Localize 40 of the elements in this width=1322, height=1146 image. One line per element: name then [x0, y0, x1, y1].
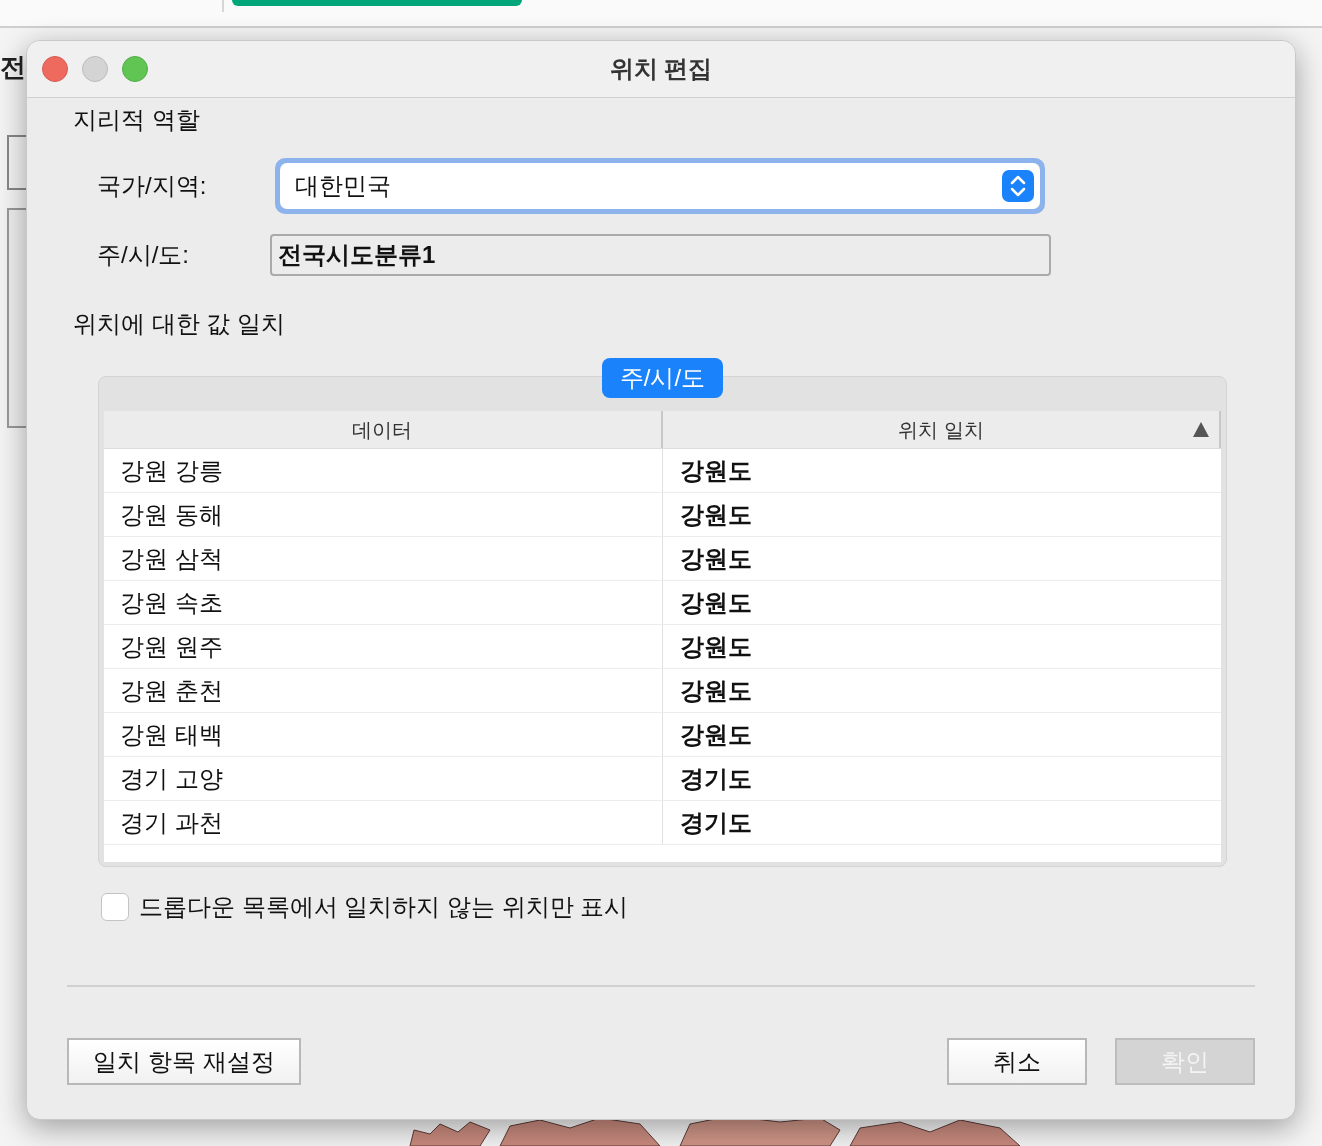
- table-cell: 경기 과천: [104, 801, 663, 844]
- table-cell-text: 강원도: [679, 631, 753, 662]
- table-cell: 강원 속초: [104, 581, 663, 624]
- table-cell-text: 강원도: [679, 543, 753, 574]
- table-cell-text: 경기도: [679, 763, 753, 794]
- table-cell-text: 강원도: [679, 455, 753, 486]
- table-cell-text: 강원도: [679, 675, 753, 706]
- close-button[interactable]: [42, 56, 68, 82]
- table-cell: 강원 원주: [104, 625, 663, 668]
- segment-tab[interactable]: 주/시/도: [601, 358, 724, 398]
- table-cell-text: 강원도: [679, 499, 753, 530]
- column-header[interactable]: 위치 일치: [662, 411, 1221, 448]
- updown-chevron-icon: [1002, 170, 1034, 202]
- table-cell: 강원 춘천: [104, 669, 663, 712]
- checkbox-label: 드롭다운 목록에서 일치하지 않는 위치만 표시: [139, 892, 629, 922]
- table-cell: 강원 태백: [104, 713, 663, 756]
- table-cell-text: 강원도: [679, 587, 753, 618]
- column-header[interactable]: 데이터: [104, 411, 663, 448]
- field-label: 주/시/도:: [97, 240, 190, 270]
- table-cell: 강원 강릉: [104, 449, 663, 492]
- background-label: 전: [0, 51, 26, 84]
- table-cell: 강원 삼척: [104, 537, 663, 580]
- dialog-button[interactable]: 취소: [947, 1038, 1087, 1085]
- minimize-button[interactable]: [82, 56, 108, 82]
- dialog-button[interactable]: 일치 항목 재설정: [67, 1038, 301, 1085]
- section-heading: 지리적 역할: [73, 105, 201, 134]
- window-title: 위치 편집: [609, 54, 713, 84]
- sort-up-icon: [1193, 422, 1209, 437]
- table-cell-text: 강원도: [679, 719, 753, 750]
- zoom-button[interactable]: [122, 56, 148, 82]
- table-cell: 강원 동해: [104, 493, 663, 536]
- toolbar-tab[interactable]: [232, 0, 522, 6]
- checkbox[interactable]: [101, 893, 129, 921]
- field-label: 국가/지역:: [97, 171, 208, 201]
- section-heading: 위치에 대한 값 일치: [73, 309, 286, 339]
- table-cell-text: 경기도: [679, 807, 753, 838]
- country-dropdown[interactable]: 대한민국: [275, 158, 1045, 214]
- table-cell: 경기 고양: [104, 757, 663, 800]
- state-field[interactable]: 전국시도분류1: [270, 234, 1051, 276]
- dropdown-value: 대한민국: [295, 171, 391, 201]
